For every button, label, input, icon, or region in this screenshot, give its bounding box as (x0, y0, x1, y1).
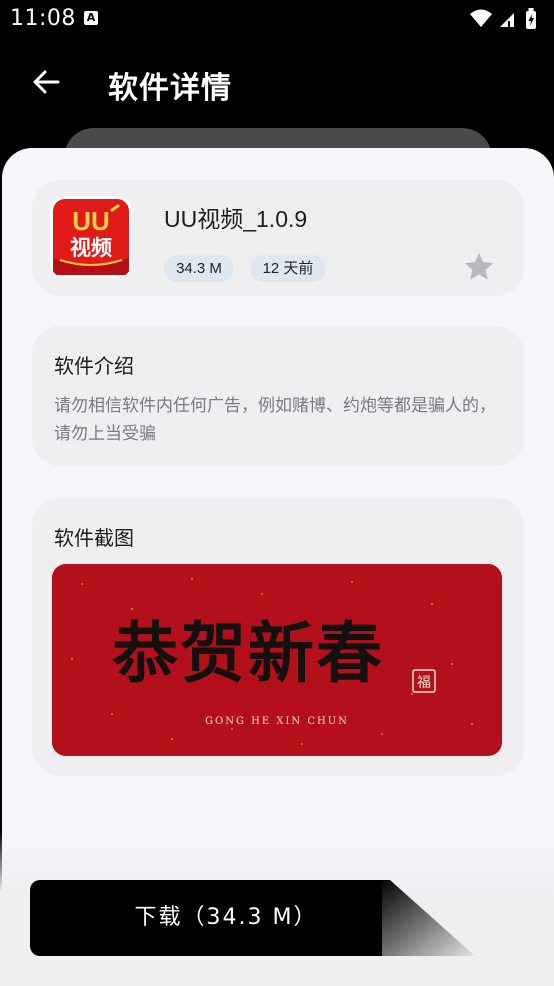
download-button[interactable]: 下载（34.3 M） (30, 880, 382, 956)
signal-icon (500, 13, 514, 27)
page-title: 软件详情 (108, 71, 232, 106)
poster-seal-text: 福 (417, 675, 431, 691)
status-time: 11:08 (10, 6, 76, 31)
poster-sub-text: GONG HE XIN CHUN (205, 716, 349, 727)
notification-app-icon: A (84, 11, 98, 25)
status-icons (470, 8, 536, 29)
star-icon (464, 252, 494, 280)
intro-card: 软件介绍 请勿相信软件内任何广告，例如赌博、约炮等都是骗人的，请勿上当受骗 (32, 326, 524, 466)
battery-charging-icon (526, 8, 536, 29)
back-button[interactable] (26, 62, 66, 102)
app-logo-icon: UU 视频 (50, 196, 132, 278)
wifi-icon (470, 9, 492, 27)
size-badge: 34.3 M (164, 255, 234, 282)
intro-text: 请勿相信软件内任何广告，例如赌博、约炮等都是骗人的，请勿上当受骗 (54, 396, 496, 444)
screenshots-title: 软件截图 (54, 526, 134, 550)
intro-title: 软件介绍 (54, 354, 134, 378)
screenshot-image[interactable]: 恭贺新春 福 GONG HE XIN CHUN (52, 564, 502, 756)
app-info-card: UU 视频 UU视频_1.0.9 34.3 M 12 天前 (32, 180, 524, 296)
app-name: UU视频_1.0.9 (164, 206, 308, 232)
favorite-button[interactable] (462, 250, 496, 284)
screenshot-poster: 恭贺新春 福 GONG HE XIN CHUN (52, 564, 502, 756)
status-bar: 11:08 A (0, 0, 554, 40)
app-icon: UU 视频 (50, 196, 132, 278)
app-icon-text-bottom: 视频 (70, 236, 112, 260)
screenshots-card: 软件截图 恭贺新春 福 GONG HE XIN CHUN (32, 498, 524, 776)
updated-badge: 12 天前 (250, 255, 326, 282)
notification-app-letter: A (86, 11, 96, 24)
app-icon-text-top: UU (72, 206, 110, 236)
download-button-tail (380, 880, 475, 956)
download-label: 下载（34.3 M） (134, 905, 318, 930)
arrow-left-icon (33, 70, 60, 94)
poster-main-text: 恭贺新春 (111, 614, 384, 692)
screen: 11:08 A 软件详情 UU 视频 UU视频_1.0.9 34.3 M 12 … (0, 0, 554, 986)
app-bar: 软件详情 (0, 40, 554, 126)
